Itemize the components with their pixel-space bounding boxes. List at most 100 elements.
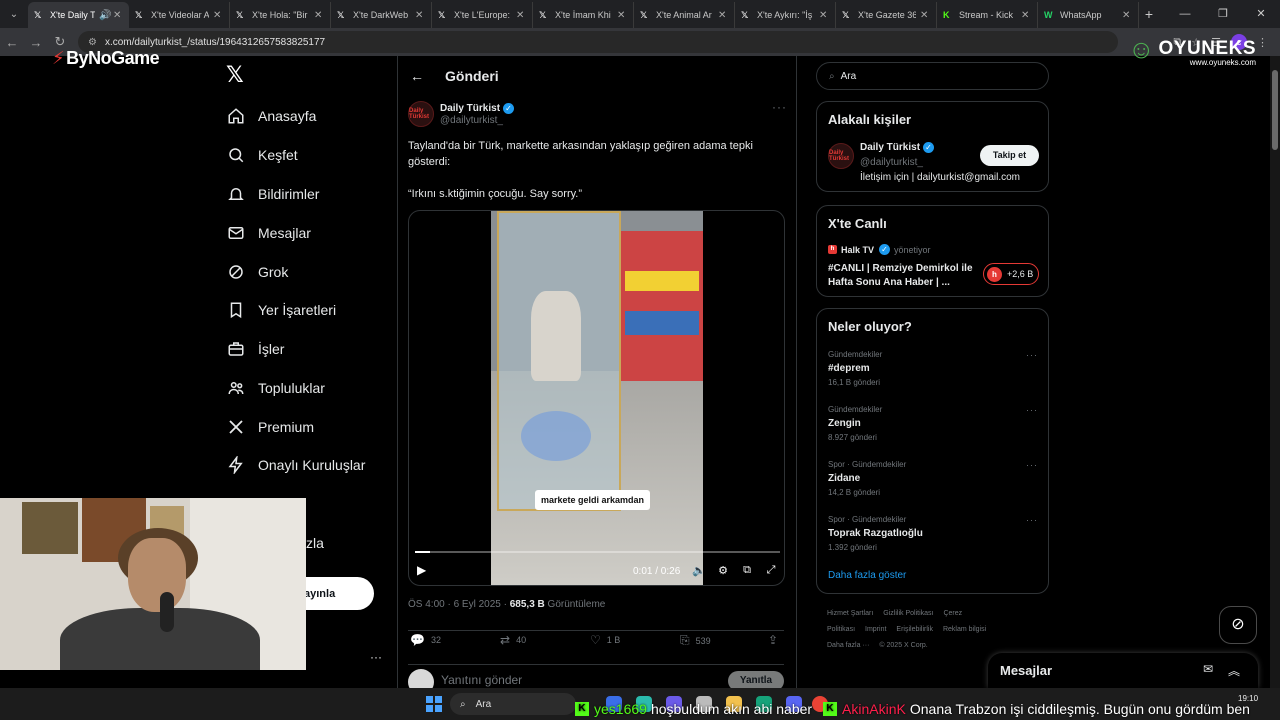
nav-item-search[interactable]: Keşfet — [226, 143, 298, 167]
share-action[interactable]: ⇪ — [768, 633, 784, 647]
url-field[interactable]: ⚙ x.com/dailyturkist_/status/19643126575… — [78, 31, 1118, 53]
footer-more[interactable]: Daha fazla ··· — [827, 642, 869, 649]
nav-item-bell[interactable]: Bildirimler — [226, 182, 319, 206]
trend-item[interactable]: Spor · Gündemdekiler Toprak Razgatlıoğlu 1… — [828, 515, 1038, 552]
browser-tab[interactable]: 𝕏 X'te L'Europe: ✕ — [432, 2, 533, 28]
footer-link[interactable]: Gizlilik Politikası — [883, 610, 933, 617]
browser-tab[interactable]: 𝕏 X'te İmam Khi ✕ — [533, 2, 634, 28]
minimize-icon[interactable]: — — [1166, 0, 1204, 28]
scroll-thumb[interactable] — [1272, 70, 1278, 150]
video-frame[interactable] — [491, 211, 703, 585]
trend-more-icon[interactable]: ··· — [1026, 460, 1038, 470]
trend-item[interactable]: Spor · Gündemdekiler Zidane 14,2 B gönderi… — [828, 460, 1038, 497]
close-tab-icon[interactable]: ✕ — [213, 10, 223, 21]
browser-tab[interactable]: W WhatsApp ✕ — [1038, 2, 1139, 28]
trend-more-icon[interactable]: ··· — [1026, 515, 1038, 525]
pip-icon[interactable]: ⧉ — [740, 564, 754, 577]
close-tab-icon[interactable]: ✕ — [718, 10, 728, 21]
footer-link[interactable]: Reklam bilgisi — [943, 626, 986, 633]
browser-tab[interactable]: K Stream - Kick ✕ — [937, 2, 1038, 28]
search-input[interactable]: ⌕ Ara — [816, 62, 1049, 90]
nav-more-partial[interactable]: zla — [306, 535, 324, 551]
repost-action[interactable]: ⇄ 40 — [500, 633, 526, 647]
tab-search-icon[interactable]: ⌄ — [0, 0, 28, 28]
close-tab-icon[interactable]: ✕ — [920, 10, 930, 21]
live-stream-title[interactable]: #CANLI | Remziye Demirkol ile Hafta Sonu… — [828, 262, 978, 290]
forward-icon[interactable]: → — [24, 35, 48, 50]
browser-tab[interactable]: 𝕏 X'te Daily T 🔊 ✕ — [28, 2, 129, 28]
browser-tab[interactable]: 𝕏 X'te Gazete 36 ✕ — [836, 2, 937, 28]
taskbar-search[interactable]: ⌕ Ara — [450, 693, 576, 715]
live-listeners-badge[interactable]: h +2,6 B — [983, 263, 1039, 285]
show-more-link[interactable]: Daha fazla göster — [828, 570, 906, 581]
author-handle[interactable]: @dailyturkist_ — [440, 115, 514, 126]
close-window-icon[interactable]: ✕ — [1242, 0, 1280, 28]
close-tab-icon[interactable]: ✕ — [1021, 10, 1031, 21]
post-author[interactable]: Daily Türkist Daily Türkist ✓ @dailyturki… — [408, 101, 515, 127]
nav-item-mail[interactable]: Mesajlar — [226, 221, 311, 245]
close-tab-icon[interactable]: ✕ — [819, 10, 829, 21]
trend-more-icon[interactable]: ··· — [1026, 405, 1038, 415]
site-info-icon[interactable]: ⚙ — [88, 37, 97, 48]
play-icon[interactable]: ▶ — [417, 563, 433, 579]
close-tab-icon[interactable]: ✕ — [1122, 10, 1132, 21]
browser-tab[interactable]: 𝕏 X'te Animal Ar ✕ — [634, 2, 735, 28]
video-progress-bar[interactable] — [415, 551, 780, 553]
windows-start-icon[interactable] — [426, 696, 442, 712]
trends-title: Neler oluyor? — [828, 319, 912, 334]
speaker-icon[interactable]: 🔊 — [99, 10, 111, 21]
reply-action[interactable]: 💬 32 — [410, 633, 441, 647]
nav-item-grok[interactable]: Grok — [226, 260, 288, 284]
related-name[interactable]: Daily Türkist ✓ — [860, 142, 935, 153]
grok-button[interactable]: ⊘ — [1219, 606, 1257, 644]
close-tab-icon[interactable]: ✕ — [516, 10, 526, 21]
close-tab-icon[interactable]: ✕ — [415, 10, 425, 21]
browser-tab[interactable]: 𝕏 X'te Aykırı: "İş ✕ — [735, 2, 836, 28]
footer-link[interactable]: Imprint — [865, 626, 886, 633]
nav-item-label: Premium — [258, 419, 315, 435]
nav-item-home[interactable]: Anasayfa — [226, 104, 316, 128]
video-player[interactable]: markete geldi arkamdan ▶ 0:01 / 0:26 🔈 ⚙… — [408, 210, 785, 586]
related-avatar[interactable]: Daily Türkist — [828, 143, 854, 169]
trend-item[interactable]: Gündemdekiler #deprem 16,1 B gönderi ··· — [828, 350, 1038, 387]
reply-input[interactable]: Yanıtını gönder — [441, 673, 522, 687]
close-tab-icon[interactable]: ✕ — [617, 10, 627, 21]
nav-item-lightning[interactable]: Onaylı Kuruluşlar — [226, 453, 365, 477]
author-avatar[interactable]: Daily Türkist — [408, 101, 434, 127]
footer-link[interactable]: Hizmet Şartları — [827, 610, 873, 617]
post-time[interactable]: ÖS 4:00 · 6 Eyl 2025 · — [408, 599, 507, 610]
volume-icon[interactable]: 🔈 — [692, 564, 706, 577]
back-arrow-icon[interactable]: ← — [410, 68, 432, 84]
nav-item-x[interactable]: Premium — [226, 415, 314, 439]
page-scrollbar[interactable] — [1270, 56, 1280, 688]
follow-button[interactable]: Takip et — [980, 145, 1039, 166]
back-icon[interactable]: ← — [0, 35, 24, 50]
footer-link[interactable]: Erişilebilirlik — [896, 626, 933, 633]
messages-drawer[interactable]: Mesajlar ✉ ︽ — [988, 653, 1258, 688]
browser-tab[interactable]: 𝕏 X'te Hola: "Bir ✕ — [230, 2, 331, 28]
trend-item[interactable]: Gündemdekiler Zengin 8.927 gönderi ··· — [828, 405, 1038, 442]
more-icon[interactable]: ⋮ — [1257, 36, 1268, 49]
browser-tab[interactable]: 𝕏 X'te DarkWeb ✕ — [331, 2, 432, 28]
trend-more-icon[interactable]: ··· — [1026, 350, 1038, 360]
bookmark-action[interactable]: ⎘ 539 — [680, 633, 711, 648]
maximize-icon[interactable]: ❐ — [1204, 0, 1242, 28]
new-message-icon[interactable]: ✉ — [1203, 662, 1213, 676]
settings-icon[interactable]: ⚙ — [716, 564, 730, 577]
like-action[interactable]: ♡ 1 B — [590, 633, 620, 647]
live-source[interactable]: h Halk TV ✓ yönetiyor — [828, 244, 931, 255]
author-name[interactable]: Daily Türkist ✓ — [440, 102, 515, 114]
x-logo-icon[interactable]: 𝕏 — [226, 64, 248, 86]
nav-item-bookmark[interactable]: Yer İşaretleri — [226, 298, 336, 322]
close-tab-icon[interactable]: ✕ — [113, 10, 123, 21]
account-more-icon[interactable]: ··· — [370, 650, 382, 664]
post-more-icon[interactable]: ··· — [772, 100, 787, 114]
related-handle[interactable]: @dailyturkist_ — [860, 157, 923, 168]
browser-tab[interactable]: 𝕏 X'te Videolar A ✕ — [129, 2, 230, 28]
new-tab-button[interactable]: + — [1139, 6, 1159, 22]
expand-icon[interactable]: ︽ — [1228, 662, 1240, 679]
fullscreen-icon[interactable]: ⤢ — [764, 564, 778, 577]
close-tab-icon[interactable]: ✕ — [314, 10, 324, 21]
nav-item-communities[interactable]: Topluluklar — [226, 376, 325, 400]
nav-item-briefcase[interactable]: İşler — [226, 337, 284, 361]
